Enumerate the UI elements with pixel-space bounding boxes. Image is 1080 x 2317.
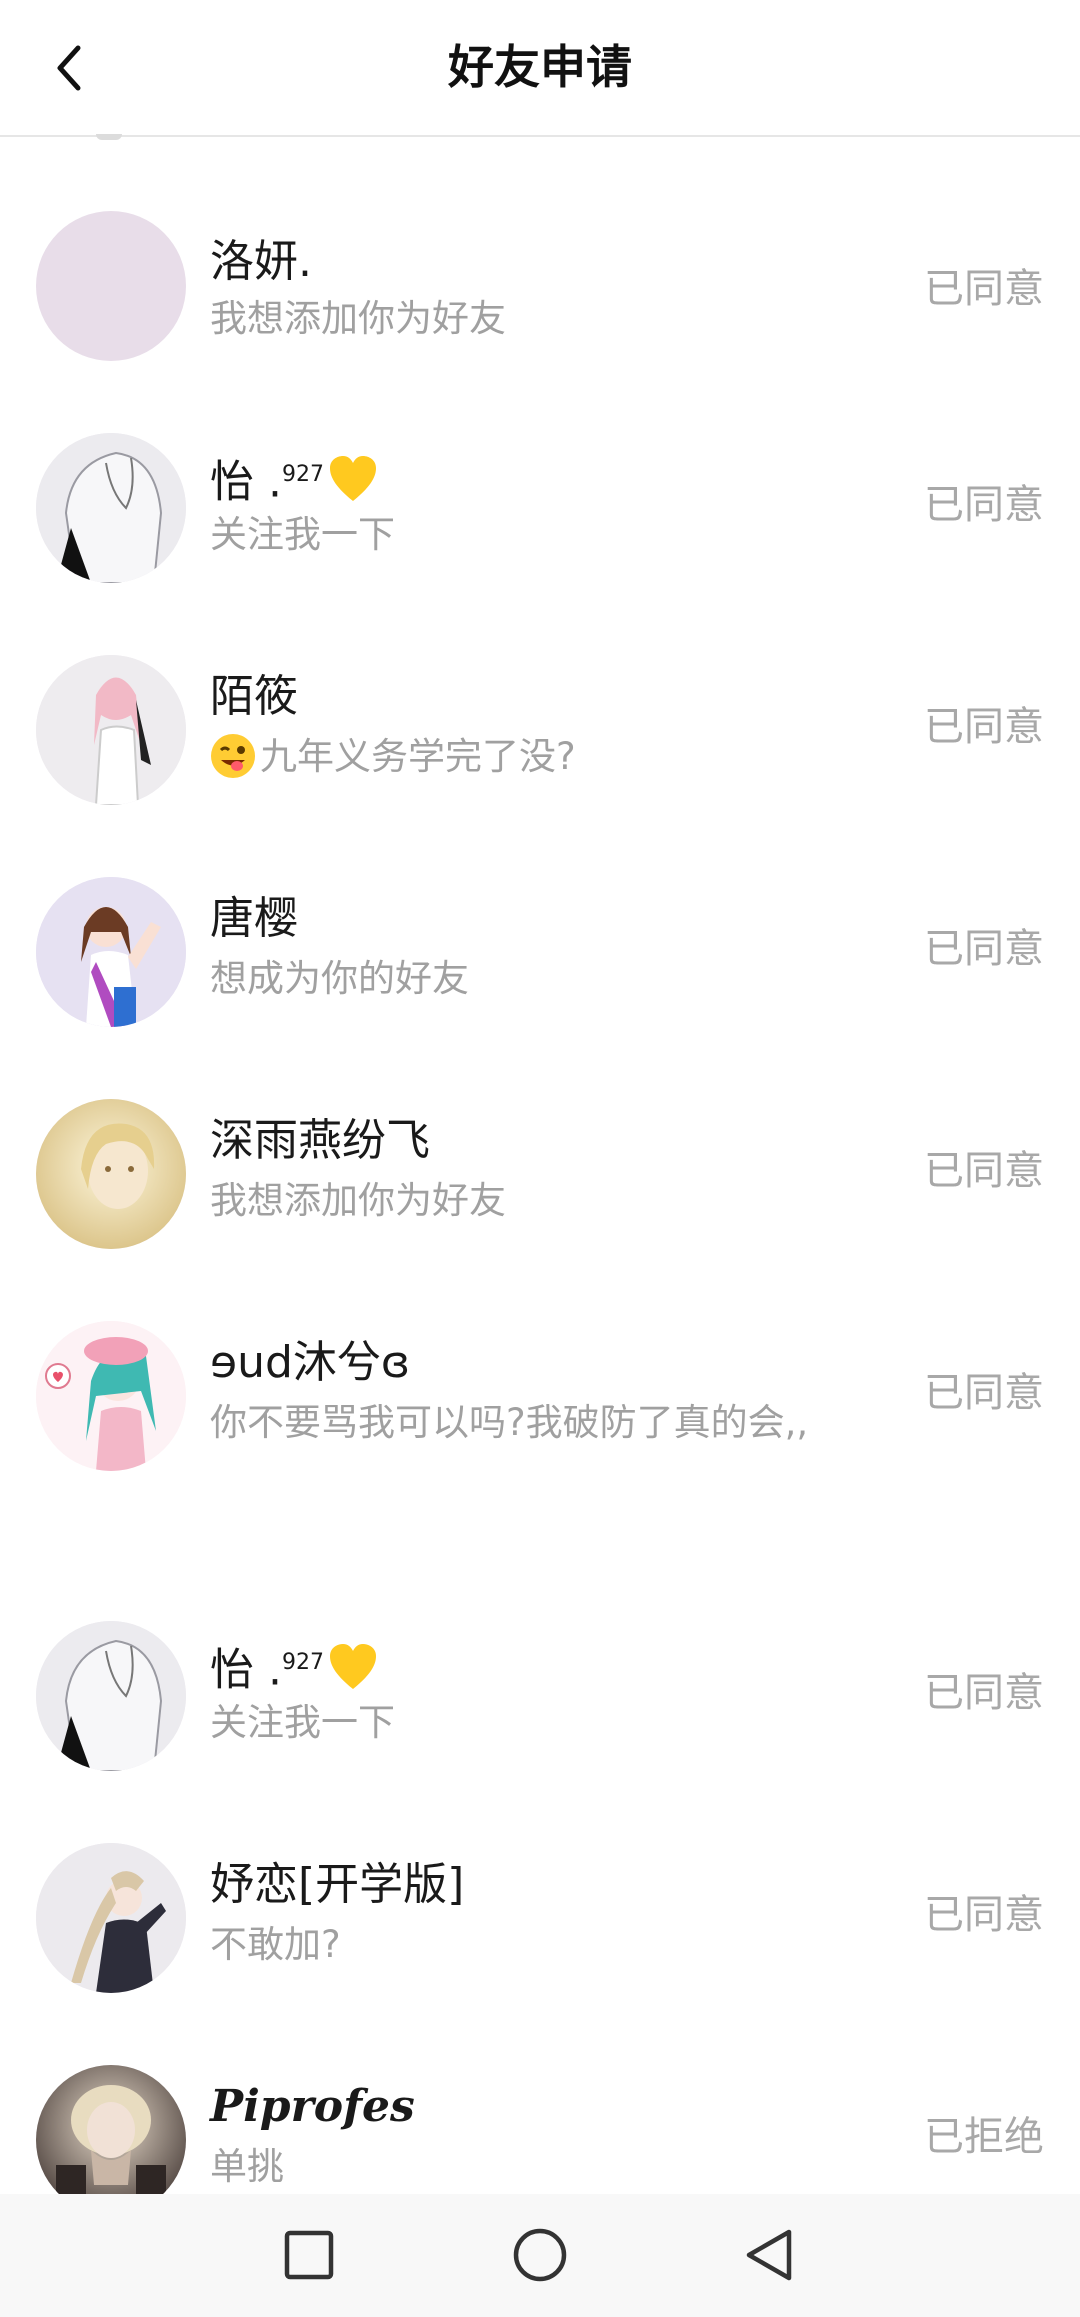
square-recents-icon [284, 2230, 334, 2280]
request-status[interactable]: 已同意 [924, 1665, 1044, 1721]
golden-portrait-image [36, 1099, 186, 1249]
avatar[interactable] [36, 1321, 186, 1471]
friend-request-list[interactable]: 洛妍. 我想添加你为好友 已同意 怡 .927 关注我一下 已同意 陌筱 九年义… [0, 137, 1080, 2215]
requester-name: Piprofes [210, 2081, 415, 2132]
request-status[interactable]: 已同意 [924, 699, 1044, 755]
hooded-figure-image [36, 1621, 186, 1771]
list-item[interactable]: 深雨燕纷飞 我想添加你为好友 已同意 [0, 1099, 1080, 1321]
anime-girl-image [36, 655, 186, 805]
requester-name: ɘud沐兮ɞ [210, 1337, 411, 1388]
requester-name-text: 怡 . [210, 456, 282, 508]
request-message: 单挑 [210, 2145, 284, 2188]
page-title: 好友申请 [448, 40, 632, 94]
avatar[interactable] [36, 1099, 186, 1249]
request-message: 我想添加你为好友 [210, 1179, 506, 1222]
avatar[interactable] [36, 1843, 186, 1993]
list-item[interactable]: 洛妍. 我想添加你为好友 已同意 [0, 137, 1080, 361]
avatar[interactable] [36, 433, 186, 583]
yellow-heart-icon [329, 1643, 376, 1689]
anime-girl-green-hair-image [36, 1321, 186, 1471]
hooded-figure-image [36, 433, 186, 583]
request-message: 不敢加? [210, 1923, 341, 1966]
request-status[interactable]: 已同意 [924, 261, 1044, 317]
request-message: 关注我一下 [210, 1701, 395, 1744]
requester-name: 洛妍. [210, 236, 312, 287]
list-item[interactable]: 唐樱 想成为你的好友 已同意 [0, 877, 1080, 1099]
requester-name: 怡 .927 [210, 1635, 378, 1699]
request-status[interactable]: 已同意 [924, 477, 1044, 533]
request-message: 关注我一下 [210, 513, 395, 556]
anime-girl-ponytail-image [36, 1843, 186, 1993]
avatar[interactable] [36, 2065, 186, 2215]
list-item[interactable]: 怡 .927 关注我一下 已同意 [0, 433, 1080, 655]
requester-name: 唐樱 [210, 893, 298, 944]
request-message: 想成为你的好友 [210, 957, 469, 1000]
request-status[interactable]: 已同意 [924, 1365, 1044, 1421]
yellow-heart-icon [329, 455, 376, 501]
request-status[interactable]: 已同意 [924, 921, 1044, 977]
list-item[interactable]: ɘud沐兮ɞ 你不要骂我可以吗?我破防了真的会,, 已同意 [0, 1321, 1080, 1621]
avatar[interactable] [36, 655, 186, 805]
request-status[interactable]: 已同意 [924, 1143, 1044, 1199]
circle-home-icon [513, 2228, 567, 2282]
name-superscript: 927 [281, 1650, 324, 1675]
system-navigation-bar [0, 2194, 1080, 2317]
requester-name: 怡 .927 [210, 447, 378, 511]
requester-name: 陌筱 [210, 671, 298, 722]
top-bar: 好友申请 [0, 0, 1080, 137]
request-message: 我想添加你为好友 [210, 297, 506, 340]
list-item[interactable]: 妤恋[开学版] 不敢加? 已同意 [0, 1843, 1080, 2065]
list-item[interactable]: 怡 .927 关注我一下 已同意 [0, 1621, 1080, 1843]
request-status[interactable]: 已同意 [924, 1887, 1044, 1943]
winking-tongue-emoji [211, 734, 255, 778]
recents-button[interactable] [274, 2220, 344, 2290]
requester-name: 深雨燕纷飞 [210, 1115, 430, 1166]
home-button[interactable] [505, 2220, 575, 2290]
name-superscript: 927 [281, 462, 324, 487]
request-message: 九年义务学完了没? [210, 727, 810, 787]
triangle-back-icon [746, 2229, 792, 2281]
system-back-button[interactable] [735, 2220, 805, 2290]
anime-girl-waving-image [36, 877, 186, 1027]
request-message-text: 九年义务学完了没? [260, 735, 576, 778]
requester-name: 妤恋[开学版] [210, 1859, 465, 1910]
list-item[interactable]: 陌筱 九年义务学完了没? 已同意 [0, 655, 1080, 877]
avatar[interactable] [36, 1621, 186, 1771]
blonde-photo-image [36, 2065, 186, 2215]
requester-name-text: 怡 . [210, 1644, 282, 1696]
avatar[interactable] [36, 211, 186, 361]
request-status[interactable]: 已拒绝 [924, 2109, 1044, 2165]
avatar[interactable] [36, 877, 186, 1027]
request-message: 你不要骂我可以吗?我破防了真的会,, [210, 1401, 809, 1444]
